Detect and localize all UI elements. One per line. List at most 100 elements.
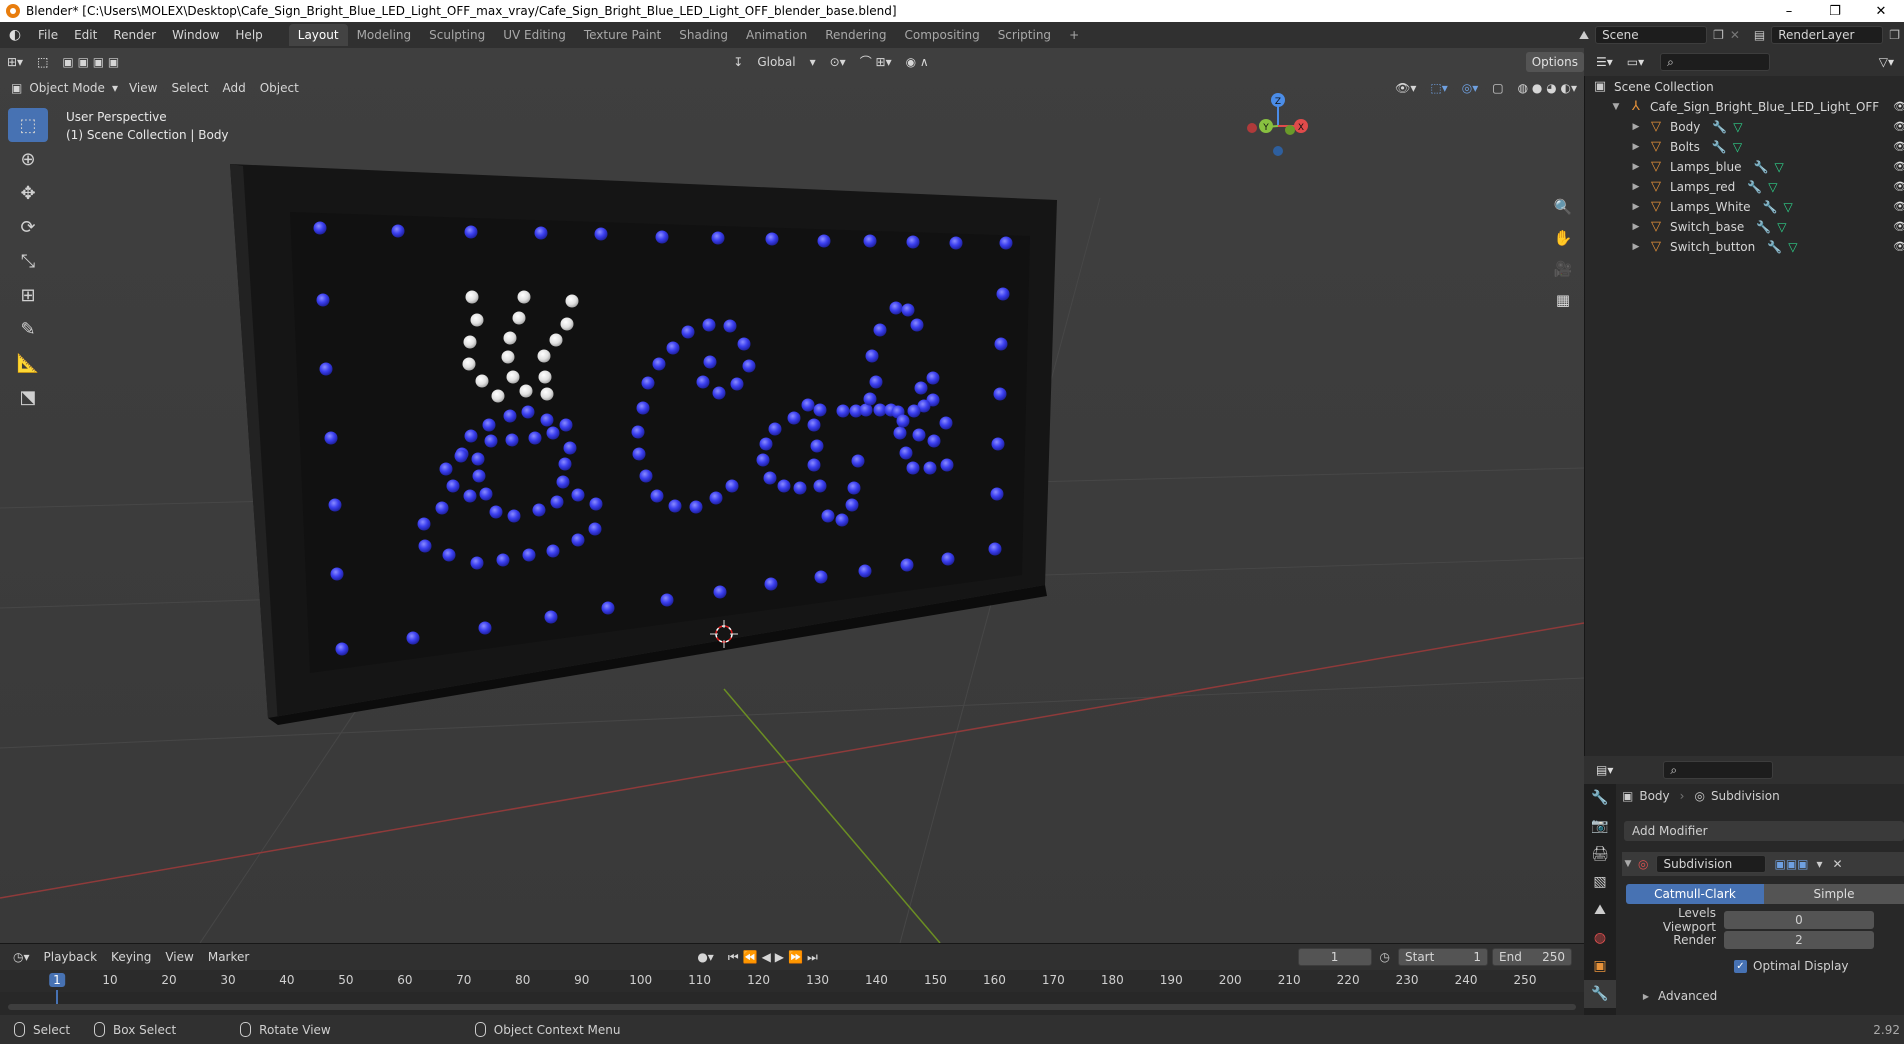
simple-option[interactable]: Simple <box>1764 884 1904 904</box>
visibility-eye-icon[interactable]: 👁 <box>1893 140 1904 153</box>
menu-keying[interactable]: Keying <box>104 947 158 967</box>
add-modifier-button[interactable]: Add Modifier <box>1624 821 1904 841</box>
overlay-toggle-icon[interactable]: ◎▾ <box>1455 78 1486 98</box>
output-tab-icon[interactable]: 🖨 <box>1584 840 1616 868</box>
select-box-tool-icon[interactable]: ⬚ <box>8 108 48 142</box>
outliner-collection[interactable]: ▼ ⅄ Cafe_Sign_Bright_Blue_LED_Light_OFF <box>1610 97 1880 117</box>
advanced-section[interactable]: ▶ Advanced <box>1640 987 1840 1005</box>
restore-button[interactable]: ❐ <box>1812 4 1858 19</box>
tab-animation[interactable]: Animation <box>737 24 816 46</box>
render-layer-copy-icon[interactable]: ❐ <box>1889 28 1900 42</box>
timeline-ruler[interactable]: 1 10 20 30 40 50 60 70 80 90 100 110 120 130 140 150 160… <box>0 970 1584 1004</box>
transform-orientation-dropdown[interactable]: Global <box>750 52 802 72</box>
render-layer-field[interactable]: RenderLayer <box>1771 26 1884 44</box>
record-icon[interactable]: ●▾ <box>690 947 721 967</box>
tab-rendering[interactable]: Rendering <box>816 24 895 46</box>
timeline-editor-icon[interactable]: ◷▾ <box>6 947 37 967</box>
pan-hand-icon[interactable]: ✋ <box>1550 229 1576 260</box>
tab-uv-editing[interactable]: UV Editing <box>494 24 575 46</box>
object-tab-icon[interactable]: ▣ <box>1584 952 1616 980</box>
display-mode-icon[interactable]: ▭▾ <box>1627 55 1644 69</box>
menu-marker[interactable]: Marker <box>201 947 256 967</box>
properties-search-input[interactable]: ⌕ <box>1663 761 1774 779</box>
outliner-editor-icon[interactable]: ☰▾ <box>1596 55 1613 69</box>
visibility-icon[interactable]: 👁▾ <box>1388 78 1423 98</box>
tab-sculpting[interactable]: Sculpting <box>420 24 494 46</box>
scale-tool-icon[interactable]: ⤡ <box>8 244 48 278</box>
view-layer-tab-icon[interactable]: ▧ <box>1584 868 1616 896</box>
collapse-triangle-icon[interactable]: ▼ <box>1610 102 1622 112</box>
start-frame-field[interactable]: Start 1 <box>1398 948 1488 966</box>
modifier-tab-icon[interactable]: 🔧 <box>1584 980 1616 1008</box>
outliner-root[interactable]: ▣ Scene Collection <box>1590 77 1714 97</box>
gizmo-toggle-icon[interactable]: ⬚▾ <box>1423 78 1454 98</box>
properties-editor-icon[interactable]: ▤▾ <box>1596 763 1613 777</box>
modifier-expand-icon[interactable]: ▼ <box>1622 859 1634 869</box>
transform-tool-icon[interactable]: ⊞ <box>8 278 48 312</box>
catmull-clark-option[interactable]: Catmull-Clark <box>1626 884 1764 904</box>
outliner-object-row[interactable]: ▶ ▽ Lamps_White 🔧 ▽ <box>1630 197 1793 217</box>
modifier-name-field[interactable]: Subdivision <box>1656 855 1767 873</box>
expand-triangle-icon[interactable]: ▶ <box>1630 202 1642 212</box>
render-tab-icon[interactable]: 📷 <box>1584 812 1616 840</box>
outliner-object-row[interactable]: ▶ ▽ Bolts 🔧 ▽ <box>1630 137 1743 157</box>
visibility-eye-icon[interactable]: 👁 <box>1893 220 1904 233</box>
expand-triangle-icon[interactable]: ▶ <box>1630 122 1642 132</box>
expand-triangle-icon[interactable]: ▶ <box>1630 142 1642 152</box>
outliner-object-row[interactable]: ▶ ▽ Lamps_blue 🔧 ▽ <box>1630 157 1784 177</box>
render-levels-field[interactable]: 2 <box>1724 931 1874 949</box>
3d-viewport[interactable]: Z Y X <box>0 48 1584 943</box>
tool-tab-icon[interactable]: 🔧 <box>1584 784 1616 812</box>
modifier-delete-icon[interactable]: ✕ <box>1833 857 1843 871</box>
tab-shading[interactable]: Shading <box>670 24 737 46</box>
visibility-eye-icon[interactable]: 👁 <box>1893 180 1904 193</box>
zoom-icon[interactable]: 🔍 <box>1550 198 1576 229</box>
close-button[interactable]: ✕ <box>1858 4 1904 19</box>
shading-modes-icons[interactable]: ◍ ● ◕ ◐▾ <box>1511 78 1584 98</box>
optimal-display-checkbox[interactable]: ✓ <box>1734 959 1747 973</box>
modifier-menu-chevron-icon[interactable]: ▾ <box>1817 857 1823 871</box>
menu-select[interactable]: Select <box>164 78 215 98</box>
scene-field[interactable]: Scene <box>1595 26 1708 44</box>
tab-scripting[interactable]: Scripting <box>989 24 1060 46</box>
scene-copy-icon[interactable]: ❐ <box>1713 28 1724 42</box>
cursor-tool-icon[interactable]: ⊕ <box>8 142 48 176</box>
levels-viewport-field[interactable]: 0 <box>1724 911 1874 929</box>
add-workspace-button[interactable]: + <box>1060 24 1088 46</box>
tab-modeling[interactable]: Modeling <box>348 24 421 46</box>
modifier-visibility-icons[interactable]: ▣▣▣ <box>1774 857 1808 871</box>
object-mode-dropdown[interactable]: Object Mode <box>29 78 112 98</box>
tab-compositing[interactable]: Compositing <box>895 24 988 46</box>
expand-triangle-icon[interactable]: ▶ <box>1630 222 1642 232</box>
visibility-eye-icon[interactable]: 👁 <box>1893 100 1904 113</box>
outliner-object-row[interactable]: ▶ ▽ Switch_button 🔧 ▽ <box>1630 237 1798 257</box>
end-frame-field[interactable]: End 250 <box>1492 948 1572 966</box>
outliner-object-row[interactable]: ▶ ▽ Switch_base 🔧 ▽ <box>1630 217 1787 237</box>
menu-window[interactable]: Window <box>164 24 227 46</box>
outliner-object-row[interactable]: ▶ ▽ Lamps_red 🔧 ▽ <box>1630 177 1778 197</box>
tab-texture-paint[interactable]: Texture Paint <box>575 24 670 46</box>
visibility-eye-icon[interactable]: 👁 <box>1893 240 1904 253</box>
options-button[interactable]: Options <box>1525 52 1584 72</box>
pivot-icon[interactable]: ⊙▾ <box>823 52 853 72</box>
expand-triangle-icon[interactable]: ▶ <box>1630 162 1642 172</box>
annotate-tool-icon[interactable]: ✎ <box>8 312 48 346</box>
select-tool-icon[interactable]: ⬚ <box>30 52 55 72</box>
menu-edit[interactable]: Edit <box>66 24 105 46</box>
measure-tool-icon[interactable]: 📐 <box>8 346 48 380</box>
timeline-scrollbar[interactable] <box>8 1004 1576 1010</box>
minimize-button[interactable]: – <box>1766 4 1812 19</box>
menu-add[interactable]: Add <box>215 78 252 98</box>
blender-menu-icon[interactable]: ◐ <box>0 27 30 43</box>
playback-controls[interactable]: ⏮⏪◀▶⏩⏭ <box>721 947 829 967</box>
menu-file[interactable]: File <box>30 24 66 46</box>
selection-mode-icons[interactable]: ▣ ▣ ▣ ▣ <box>55 52 126 72</box>
scene-tab-icon[interactable]: ⛰ <box>1584 896 1616 924</box>
editor-type-icon[interactable]: ⊞▾ <box>0 52 30 72</box>
add-cube-tool-icon[interactable]: ⬔ <box>8 380 48 414</box>
tab-layout[interactable]: Layout <box>288 24 348 46</box>
visibility-eye-icon[interactable]: 👁 <box>1893 200 1904 213</box>
current-frame-field[interactable]: 1 <box>1297 948 1372 966</box>
camera-icon[interactable]: 🎥 <box>1550 260 1576 291</box>
menu-render[interactable]: Render <box>105 24 164 46</box>
